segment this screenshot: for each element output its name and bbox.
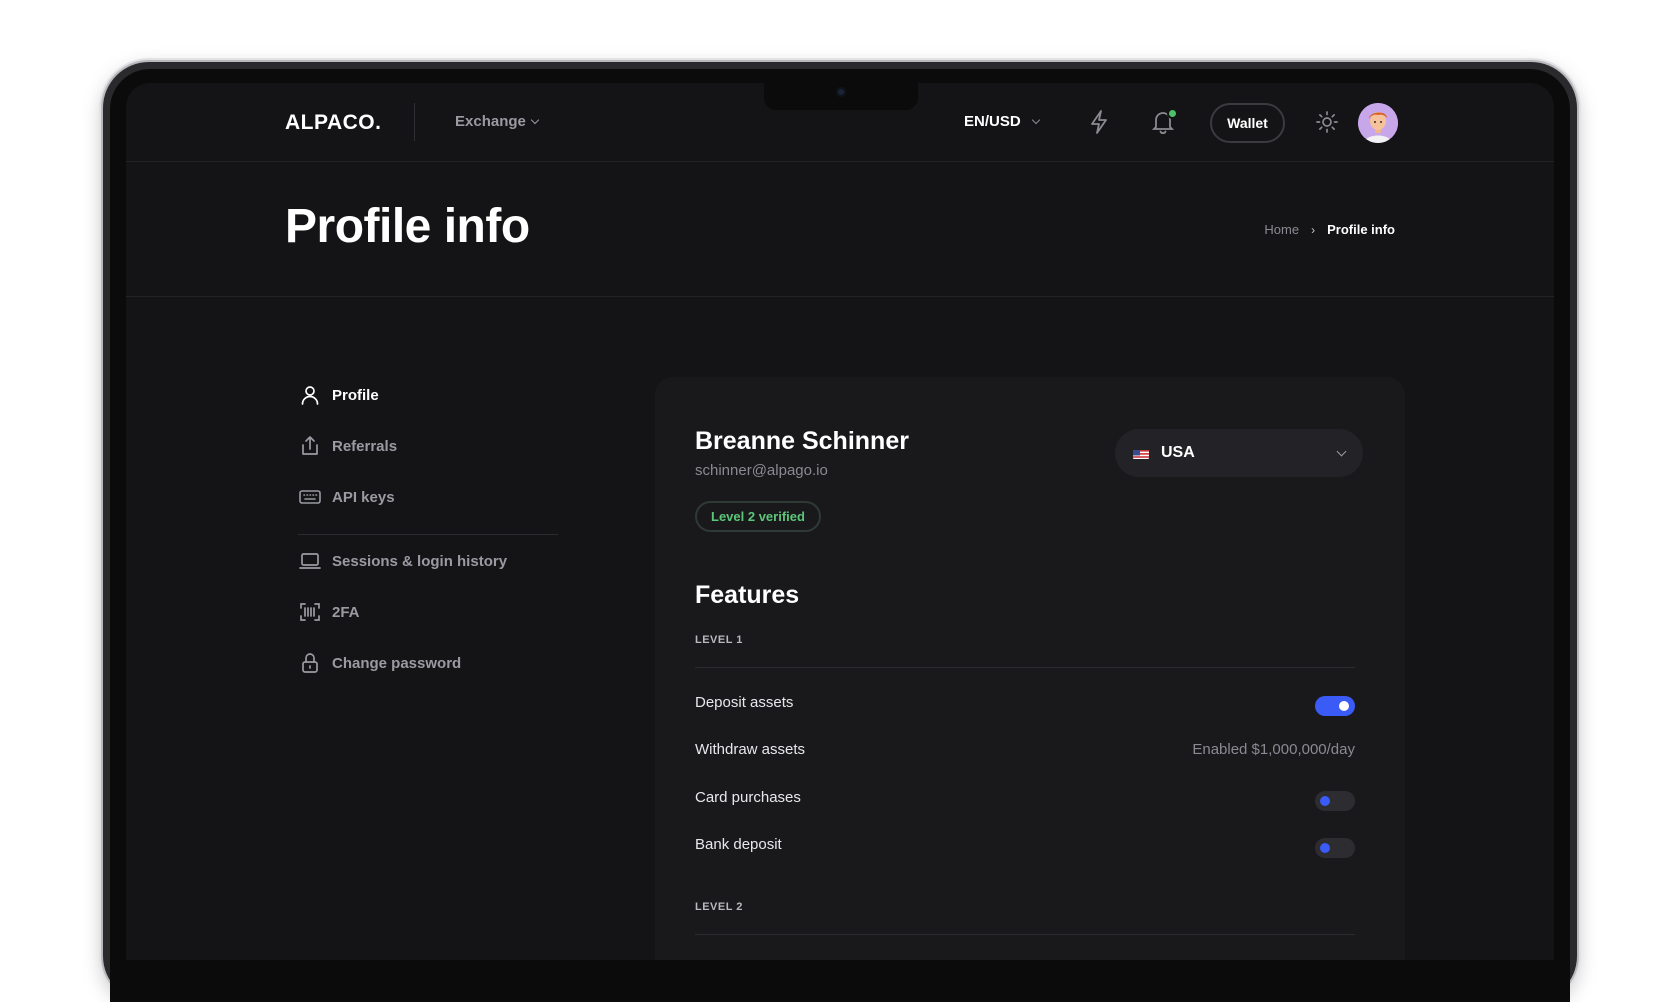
sidebar-item-label: Change password: [332, 654, 462, 672]
theme-toggle-sun-icon[interactable]: [1312, 107, 1342, 137]
sidebar-item-2fa[interactable]: 2FA: [298, 600, 360, 624]
chevron-down-icon: [1336, 446, 1347, 456]
notification-dot: [1167, 108, 1178, 119]
breadcrumb-chevron-icon: ›: [1311, 222, 1316, 237]
toggle-knob: [1339, 701, 1349, 711]
feature-deposit-assets: Deposit assets: [695, 694, 794, 711]
camera-icon: [836, 87, 846, 97]
sidebar-item-referrals[interactable]: Referrals: [298, 434, 397, 458]
withdraw-assets-value: Enabled $1,000,000/day: [1192, 741, 1355, 758]
logo[interactable]: ALPACO.: [285, 111, 381, 135]
level-divider: [695, 934, 1355, 935]
barcode-scan-icon: [300, 603, 320, 621]
feature-withdraw-assets: Withdraw assets: [695, 741, 806, 758]
user-icon: [301, 386, 319, 405]
level-divider: [695, 667, 1355, 668]
chevron-down-icon: [530, 115, 540, 124]
sidebar-divider: [298, 534, 558, 535]
sidebar-item-label: 2FA: [332, 603, 360, 621]
card-purchases-toggle[interactable]: [1315, 791, 1355, 811]
laptop-icon: [299, 553, 321, 569]
sidebar-item-profile[interactable]: Profile: [298, 383, 379, 407]
language-currency-selector[interactable]: EN/USD: [964, 113, 1040, 130]
chevron-down-icon: [1031, 115, 1040, 124]
share-icon: [302, 436, 318, 455]
features-title: Features: [695, 581, 800, 609]
sidebar-item-label: API keys: [332, 488, 395, 506]
user-email: schinner@alpago.io: [695, 462, 828, 479]
feature-card-purchases: Card purchases: [695, 789, 801, 806]
avatar[interactable]: [1358, 103, 1398, 143]
country-label: USA: [1161, 444, 1195, 461]
keyboard-icon: [299, 490, 321, 504]
lightning-icon[interactable]: [1084, 107, 1114, 137]
sidebar-item-label: Profile: [332, 386, 379, 404]
header-divider: [414, 103, 415, 141]
exchange-menu[interactable]: Exchange: [455, 113, 540, 130]
sidebar-item-label: Referrals: [332, 437, 398, 455]
user-name: Breanne Schinner: [695, 427, 909, 455]
notifications-button[interactable]: [1148, 107, 1178, 137]
language-currency-label: EN/USD: [964, 113, 1021, 130]
toggle-knob: [1320, 843, 1330, 853]
camera-notch: [764, 80, 918, 110]
verification-badge: Level 2 verified: [695, 501, 821, 532]
breadcrumb-current: Profile info: [1327, 222, 1395, 237]
page-title: Profile info: [285, 200, 530, 253]
profile-card: Breanne Schinner schinner@alpago.io Leve…: [655, 377, 1405, 960]
us-flag-icon: [1133, 448, 1149, 459]
title-band: Profile info Home › Profile info: [126, 163, 1554, 297]
sidebar-item-api-keys[interactable]: API keys: [298, 485, 395, 509]
sidebar-item-sessions[interactable]: Sessions & login history: [298, 549, 507, 573]
breadcrumb-home-link[interactable]: Home: [1264, 222, 1299, 237]
country-select[interactable]: USA: [1115, 429, 1363, 477]
wallet-button[interactable]: Wallet: [1210, 103, 1285, 143]
feature-bank-deposit: Bank deposit: [695, 836, 782, 853]
exchange-label: Exchange: [455, 113, 526, 130]
bank-deposit-toggle[interactable]: [1315, 838, 1355, 858]
level-2-label: LEVEL 2: [695, 901, 743, 913]
sidebar-item-label: Sessions & login history: [332, 552, 508, 570]
lock-icon: [302, 653, 318, 673]
level-1-label: LEVEL 1: [695, 634, 743, 646]
breadcrumb: Home › Profile info: [1264, 222, 1395, 237]
deposit-assets-toggle[interactable]: [1315, 696, 1355, 716]
sidebar-item-change-password[interactable]: Change password: [298, 651, 461, 675]
toggle-knob: [1320, 796, 1330, 806]
app-screen: ALPACO. Exchange EN/USD Wallet Profile i…: [126, 83, 1554, 960]
